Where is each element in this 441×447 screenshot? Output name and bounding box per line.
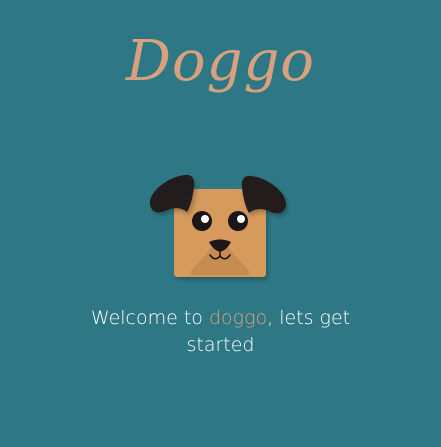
welcome-brand: doggo [208,307,268,329]
dog-mascot [147,174,289,284]
welcome-screen: Doggo Welcome to doggo, lets get started [0,0,441,447]
welcome-message: Welcome to doggo, lets get started [60,305,381,359]
app-logo: Doggo [125,29,316,94]
welcome-prefix: Welcome to [90,307,209,329]
dog-right-ear [241,175,287,214]
dog-face-icon [149,174,287,277]
dog-left-ear [149,174,195,213]
